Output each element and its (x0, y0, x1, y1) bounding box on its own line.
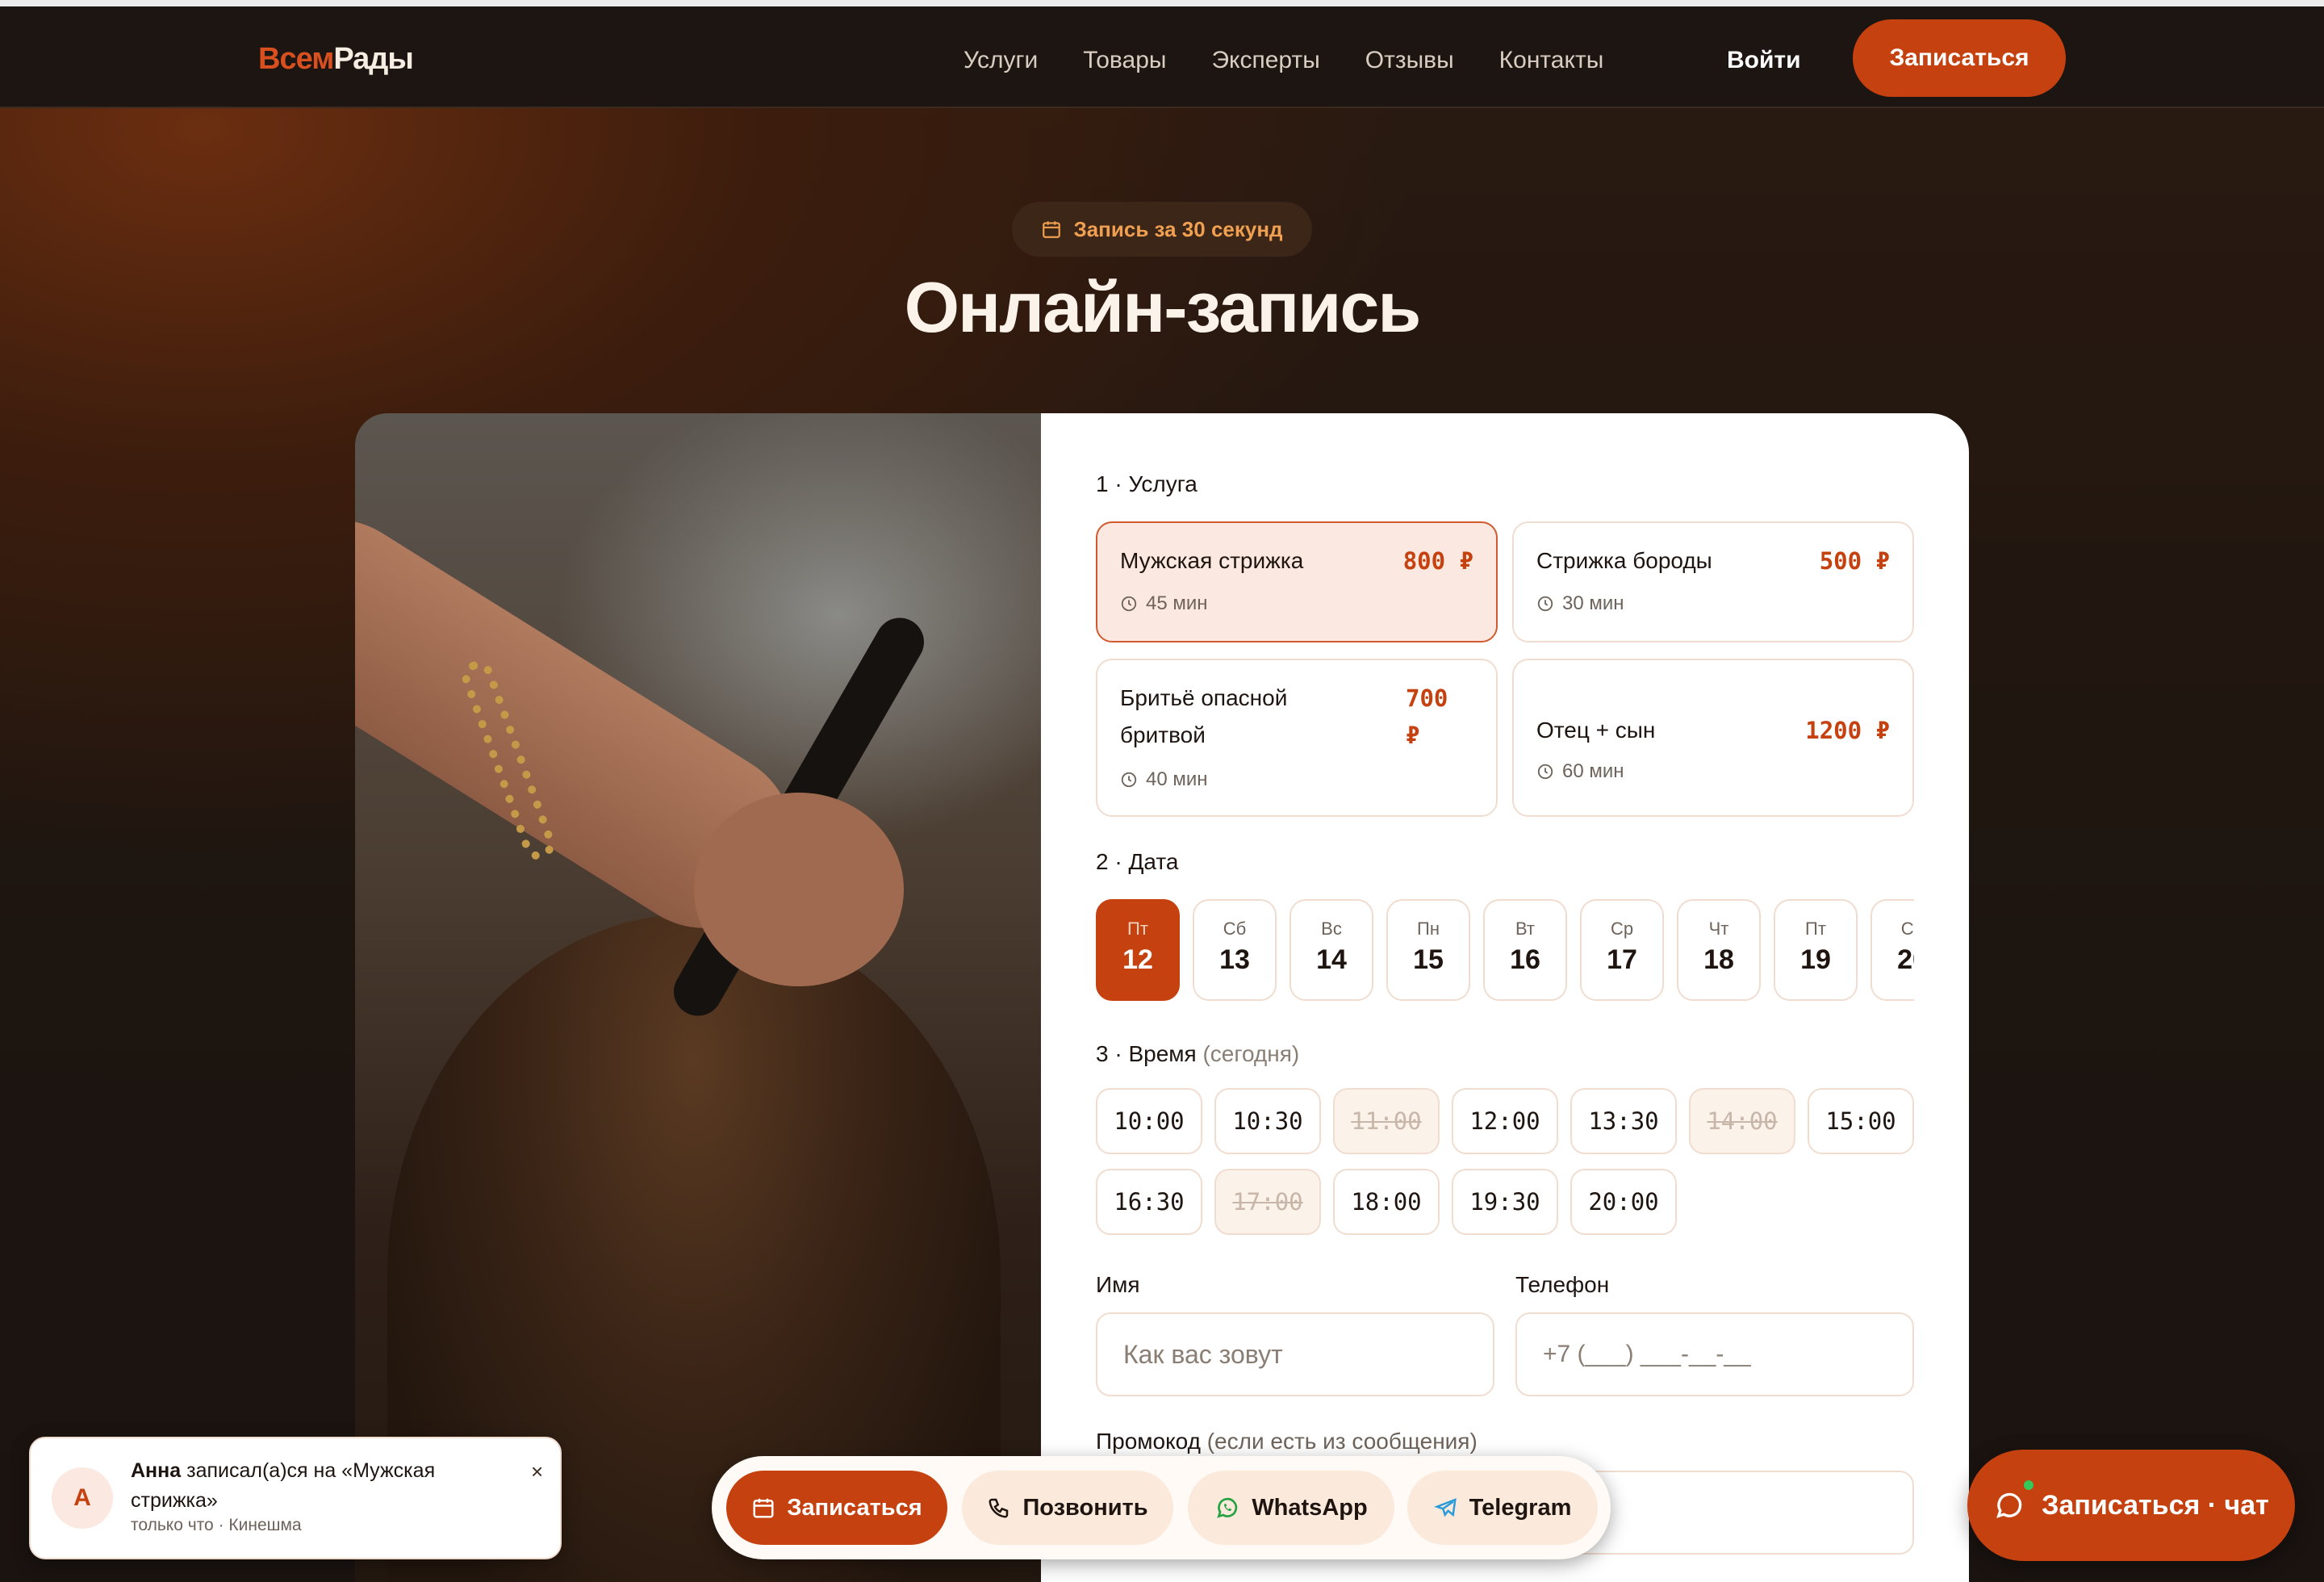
header-book-button[interactable]: Записаться (1853, 19, 2066, 97)
time-slot-unavailable: 17:00 (1214, 1169, 1321, 1235)
date-option[interactable]: Сб20 (1870, 899, 1914, 1001)
date-option[interactable]: Сб 13 (1193, 899, 1277, 1001)
service-duration: 30 мин (1562, 592, 1624, 614)
quick-booking-badge: Запись за 30 секунд (1012, 202, 1312, 257)
service-price: 700 ₽ (1406, 684, 1448, 749)
whatsapp-button[interactable]: WhatsApp (1188, 1471, 1394, 1545)
date-option[interactable]: Вс 14 (1289, 899, 1373, 1001)
step-time-label: 3 · Время (сегодня) (1096, 1041, 1300, 1066)
clock-icon (1120, 595, 1138, 613)
date-option[interactable]: Пт 12 (1096, 899, 1180, 1001)
service-duration: 40 мин (1146, 768, 1208, 790)
phone-label: Телефон (1515, 1272, 1610, 1297)
time-slot[interactable]: 20:00 (1570, 1169, 1677, 1235)
nav-link-products[interactable]: Товары (1083, 47, 1166, 74)
calendar-icon (1041, 219, 1062, 240)
quick-action-bar: Записаться Позвонить WhatsApp Telegram (712, 1456, 1611, 1559)
service-price: 1200 ₽ (1805, 717, 1890, 744)
service-card-razor-shave[interactable]: Бритьё опасной бритвой 700 ₽ 40 мин (1096, 659, 1498, 817)
barber-photo (355, 413, 1041, 1582)
telegram-button[interactable]: Telegram (1407, 1471, 1598, 1545)
step-date-label: 2 · Дата (1096, 849, 1179, 874)
telegram-icon (1433, 1496, 1458, 1520)
service-name: Отец + сын (1536, 718, 1656, 743)
service-card-haircut[interactable]: Мужская стрижка 800 ₽ 45 мин (1096, 521, 1498, 642)
time-slot[interactable]: 10:00 (1096, 1088, 1202, 1154)
call-button[interactable]: Позвонить (962, 1471, 1173, 1545)
service-card-beard[interactable]: Стрижка бороды 500 ₽ 30 мин (1512, 521, 1914, 642)
online-indicator (2022, 1479, 2035, 1492)
date-option[interactable]: Пт 19 (1774, 899, 1858, 1001)
time-slot-unavailable: 11:00 (1333, 1088, 1440, 1154)
date-option[interactable]: Ср 17 (1580, 899, 1664, 1001)
service-duration: 60 мин (1562, 760, 1624, 782)
promo-label: Промокод (если есть из сообщения) (1096, 1429, 1478, 1454)
service-card-father-son[interactable]: Отец + сын 1200 ₽ 60 мин (1512, 659, 1914, 817)
time-slot[interactable]: 10:30 (1214, 1088, 1321, 1154)
phone-input[interactable]: +7 (___) ___-__-__ (1515, 1312, 1914, 1396)
logo[interactable]: ВсемРады (258, 42, 414, 77)
date-option[interactable]: Вт 16 (1483, 899, 1567, 1001)
step-service-label: 1 · Услуга (1096, 471, 1198, 496)
badge-text: Запись за 30 секунд (1073, 216, 1283, 241)
time-slot[interactable]: 13:30 (1570, 1088, 1677, 1154)
nav-link-reviews[interactable]: Отзывы (1365, 47, 1454, 74)
clock-icon (1120, 771, 1138, 789)
service-price: 800 ₽ (1402, 547, 1473, 575)
chat-booking-button[interactable]: Записаться · чат (1967, 1450, 2295, 1561)
site-header: ВсемРады Услуги Товары Эксперты Отзывы К… (0, 6, 2324, 108)
login-link[interactable]: Войти (1727, 47, 1801, 74)
chat-bubble-icon (1993, 1489, 2025, 1521)
time-slot[interactable]: 18:00 (1333, 1169, 1440, 1235)
time-slot[interactable]: 12:00 (1452, 1088, 1558, 1154)
nav-link-services[interactable]: Услуги (963, 47, 1038, 74)
service-duration: 45 мин (1146, 592, 1208, 614)
phone-icon (987, 1496, 1011, 1520)
service-price: 500 ₽ (1819, 547, 1890, 575)
nav-link-contacts[interactable]: Контакты (1499, 47, 1604, 74)
whatsapp-icon (1214, 1495, 1240, 1521)
date-picker: Пт 12 Сб 13 Вс 14 Пн 15 Вт 16 Ср 17 Чт 18 Пт 19 … (1096, 899, 1914, 1001)
calendar-icon (751, 1496, 775, 1520)
time-slot[interactable]: 15:00 (1808, 1088, 1914, 1154)
date-option[interactable]: Чт 18 (1677, 899, 1761, 1001)
service-name: Стрижка бороды (1536, 548, 1712, 573)
name-input[interactable]: Как вас зовут (1096, 1312, 1494, 1396)
clock-icon (1536, 595, 1554, 613)
clock-icon (1536, 763, 1554, 781)
booking-notification-toast: А Анна записал(а)ся на «Мужская стрижка»… (29, 1437, 562, 1559)
bar-book-button[interactable]: Записаться (726, 1471, 947, 1545)
time-slot[interactable]: 16:30 (1096, 1169, 1202, 1235)
toast-meta: только что · Кинешма (131, 1516, 302, 1534)
avatar: А (52, 1467, 113, 1529)
time-slot-unavailable: 14:00 (1689, 1088, 1795, 1154)
service-name: Мужская стрижка (1120, 548, 1304, 573)
time-slot[interactable]: 19:30 (1452, 1169, 1558, 1235)
browser-strip (0, 0, 2324, 6)
page-title: Онлайн-запись (904, 267, 1422, 347)
date-option[interactable]: Пн 15 (1386, 899, 1470, 1001)
service-name: Бритьё опасной бритвой (1120, 685, 1288, 747)
main-nav: Услуги Товары Эксперты Отзывы Контакты (963, 47, 1603, 74)
name-label: Имя (1096, 1272, 1140, 1297)
toast-message: Анна записал(а)ся на «Мужская стрижка» (131, 1459, 436, 1512)
nav-link-experts[interactable]: Эксперты (1211, 47, 1319, 74)
close-icon[interactable]: × (531, 1459, 543, 1484)
